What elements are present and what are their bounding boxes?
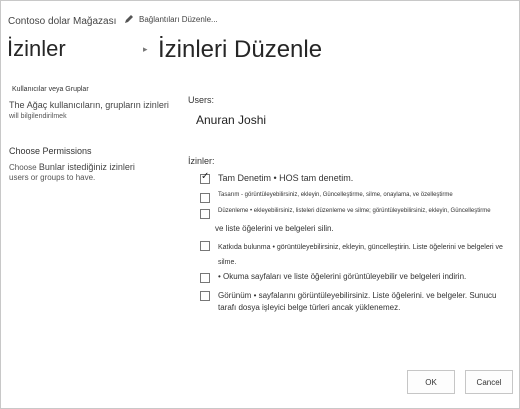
users-section-desc-rest: Ağaç kullanıcıların, grupların izinleri xyxy=(26,100,169,110)
users-section-title: Kullanıcılar veya Gruplar xyxy=(12,86,89,93)
users-section-desc-line2: will bilgilendirilmek xyxy=(9,113,67,120)
cancel-button[interactable]: Cancel xyxy=(465,370,513,394)
permission-label: Tam Denetim • HOS tam denetim. xyxy=(218,173,354,183)
permission-checkbox[interactable] xyxy=(200,241,210,251)
permission-option-edit[interactable]: Düzenleme • ekleyebilirsiniz, listeleri … xyxy=(200,208,491,219)
users-label: Users: xyxy=(188,95,215,105)
users-section-description: The Ağaç kullanıcıların, grupların izinl… xyxy=(9,100,174,122)
permissions-section-desc-rest: Bunlar istediğiniz izinleri xyxy=(38,162,135,172)
page-title: İzinleri Düzenle xyxy=(158,36,323,63)
permission-checkbox[interactable] xyxy=(200,291,210,301)
ok-button[interactable]: OK xyxy=(407,370,455,394)
permissions-section-desc-line2: users or groups to have. xyxy=(9,173,96,182)
permission-option-view[interactable]: Görünüm • sayfalarını görüntüleyebilirsi… xyxy=(200,290,498,314)
permission-label: • Okuma sayfaları ve liste öğelerini gör… xyxy=(218,272,467,281)
permission-label: Görünüm • sayfalarını görüntüleyebilirsi… xyxy=(218,291,497,312)
permission-checkbox[interactable] xyxy=(200,209,210,219)
permissions-section-desc-lead: Choose xyxy=(9,163,37,172)
breadcrumb-root[interactable]: İzinler xyxy=(7,36,66,62)
edit-links[interactable]: Bağlantıları Düzenle... xyxy=(124,14,218,24)
permissions-section-title: Choose Permissions xyxy=(9,146,92,156)
breadcrumb-arrow-icon: ▸ xyxy=(143,44,148,54)
permission-checkbox[interactable] xyxy=(200,273,210,283)
site-title[interactable]: Contoso dolar Mağazası xyxy=(8,16,116,27)
permission-label: Düzenleme • ekleyebilirsiniz, listeleri … xyxy=(218,208,491,214)
permission-option-contribute[interactable]: Katkıda bulunma • görüntüleyebilirsiniz,… xyxy=(200,240,513,270)
edit-links-label[interactable]: Bağlantıları Düzenle... xyxy=(139,15,218,24)
users-value: Anuran Joshi xyxy=(196,113,267,127)
pencil-icon xyxy=(125,15,133,23)
users-section-desc-lead: The xyxy=(9,100,25,110)
permission-option-read[interactable]: • Okuma sayfaları ve liste öğelerini gör… xyxy=(200,272,466,283)
permissions-label: İzinler: xyxy=(188,156,215,166)
permission-option-full-control[interactable]: Tam Denetim • HOS tam denetim. xyxy=(200,171,354,184)
permission-checkbox[interactable] xyxy=(200,171,210,184)
permission-checkbox[interactable] xyxy=(200,193,210,203)
permission-option-design[interactable]: Tasarım - görüntüleyebilirsiniz, ekleyin… xyxy=(200,192,453,203)
permission-label: Tasarım - görüntüleyebilirsiniz, ekleyin… xyxy=(218,192,453,198)
permission-label: Katkıda bulunma • görüntüleyebilirsiniz,… xyxy=(218,244,503,266)
permissions-section-description: Choose Bunlar istediğiniz izinleri users… xyxy=(9,162,174,183)
permission-label-continuation: ve liste öğelerini ve belgeleri silin. xyxy=(215,224,334,233)
